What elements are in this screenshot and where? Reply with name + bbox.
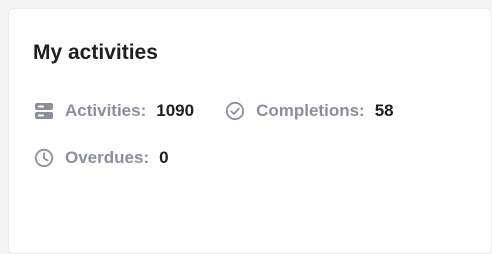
stat-activities: Activities: 1090 — [33, 100, 194, 122]
page: My activities Activities: 1090 Completio… — [0, 0, 492, 254]
card-title: My activities — [33, 41, 158, 64]
clock-icon — [33, 147, 55, 169]
stat-label-activities: Activities — [65, 101, 141, 120]
stat-value-overdues: 0 — [159, 148, 169, 167]
stat-value-activities: 1090 — [156, 101, 195, 120]
stat-label-overdues: Overdues — [65, 148, 144, 167]
stats-row-2: Overdues: 0 — [33, 147, 169, 169]
stats-row-1: Activities: 1090 Completions: 58 — [33, 100, 394, 122]
stat-value-completions: 58 — [374, 101, 394, 120]
stat-completions: Completions: 58 — [224, 100, 394, 122]
server-icon — [33, 100, 55, 122]
my-activities-card: My activities Activities: 1090 Completio… — [8, 8, 492, 254]
stat-label-completions: Completions — [256, 101, 360, 120]
check-circle-icon — [224, 100, 246, 122]
stat-overdues: Overdues: 0 — [33, 147, 169, 169]
